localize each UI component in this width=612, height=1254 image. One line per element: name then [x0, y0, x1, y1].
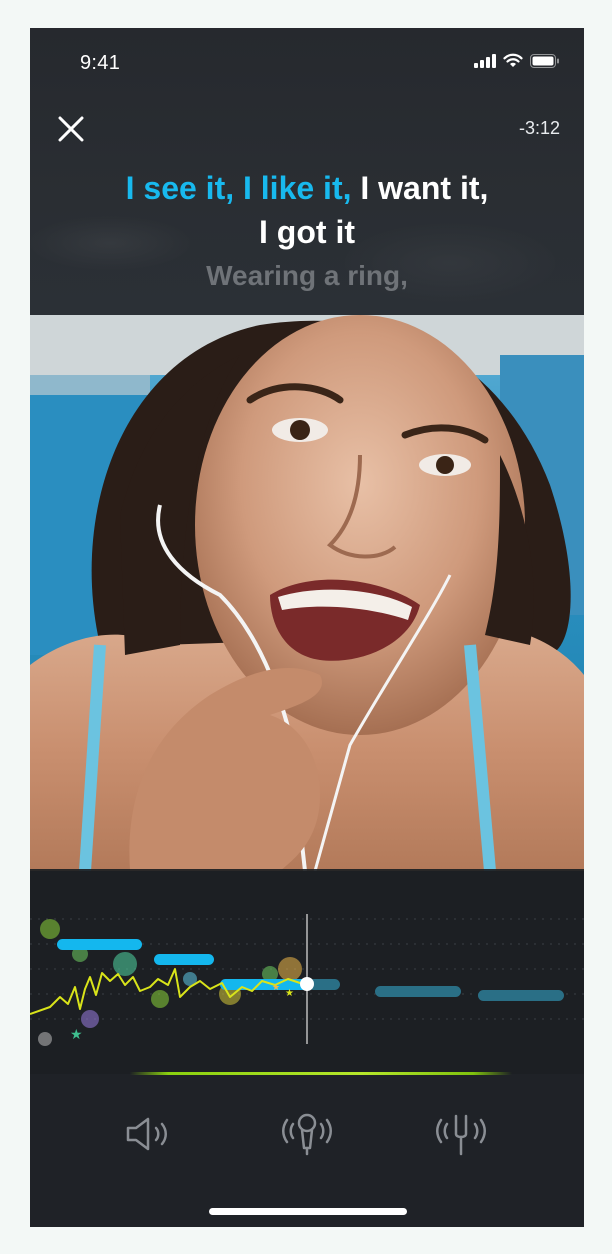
pitch-track: ★ ★ ★: [30, 869, 584, 1074]
status-icons: [474, 53, 560, 68]
tuning-fork-button[interactable]: [426, 1109, 496, 1159]
singer-video-frame: [30, 315, 584, 871]
pitch-visualizer: ★ ★ ★: [30, 914, 584, 1046]
speaker-icon: [126, 1117, 167, 1151]
unsung-lyric: I want it,: [351, 170, 489, 206]
next-lyric-line: Wearing a ring,: [206, 260, 408, 291]
note-past: [154, 954, 214, 965]
star-icon: ★: [70, 1027, 83, 1043]
note-future: [375, 986, 461, 997]
home-indicator[interactable]: [209, 1208, 407, 1215]
current-lyric-line-2: I got it: [259, 214, 355, 250]
battery-icon: [530, 53, 559, 68]
microphone-icon: [282, 1113, 332, 1156]
sung-lyric: I see it, I like it,: [125, 170, 352, 206]
star-icon: ★: [272, 983, 280, 993]
karaoke-screen: 9:41 -3:12 I see it, I like it, I want i…: [30, 28, 584, 1227]
close-button[interactable]: [56, 114, 86, 144]
remaining-time: -3:12: [518, 118, 560, 138]
current-lyric-line: I see it, I like it, I want it,: [30, 166, 584, 210]
tuning-fork-icon: [436, 1114, 486, 1156]
camera-video: [30, 315, 584, 871]
volume-button[interactable]: [114, 1109, 184, 1159]
signal-icon: [474, 53, 496, 68]
note-past: [57, 939, 142, 950]
status-bar: 9:41: [30, 28, 584, 98]
microphone-button[interactable]: [272, 1109, 342, 1159]
status-time: 9:41: [80, 52, 121, 74]
close-icon: [58, 116, 84, 142]
lyrics: I see it, I like it, I want it, I got it…: [30, 166, 584, 296]
wifi-icon: [503, 53, 523, 67]
control-bar: [30, 1075, 584, 1227]
note-future: [478, 990, 564, 1001]
playhead-dot: [300, 977, 314, 991]
star-icon: ★: [285, 988, 294, 999]
lyrics-panel: 9:41 -3:12 I see it, I like it, I want i…: [30, 28, 584, 315]
